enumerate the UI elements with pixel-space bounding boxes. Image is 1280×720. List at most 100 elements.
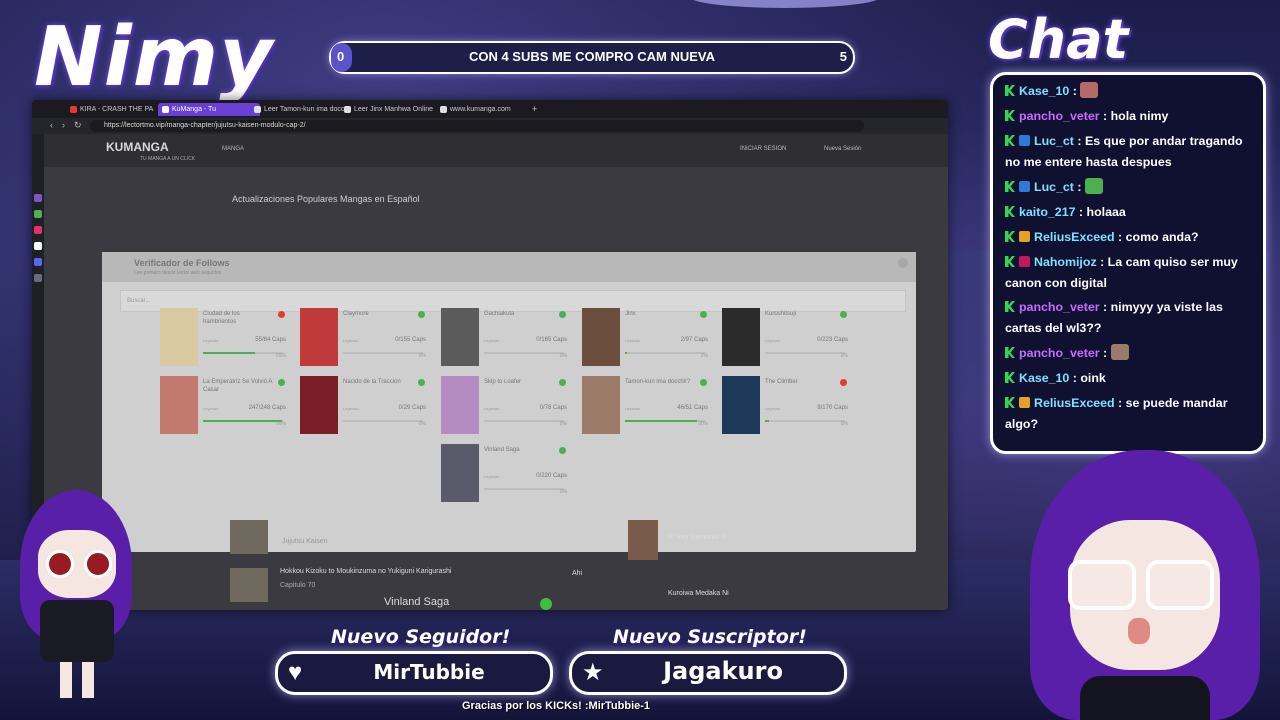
- card-percent: 2%: [700, 353, 708, 359]
- card-title: Ciudad de los hambrientos: [203, 311, 240, 325]
- manga-cover[interactable]: [582, 376, 620, 434]
- manga-thumbnail[interactable]: [628, 520, 658, 560]
- site-header: KUMANGA TU MANGA A UN CLICK MANGA INICIA…: [44, 134, 948, 167]
- chat-text: hola nimy: [1110, 109, 1169, 123]
- manga-cover[interactable]: [160, 376, 198, 434]
- sidebar-icon[interactable]: [34, 194, 42, 202]
- browser-tab-active[interactable]: KuManga - Tu: [158, 103, 260, 116]
- chat-username[interactable]: pancho_veter: [1019, 300, 1100, 314]
- manga-cover[interactable]: [441, 444, 479, 502]
- nav-manga[interactable]: MANGA: [222, 146, 244, 152]
- status-dot: [840, 379, 847, 386]
- kick-badge-icon: [1005, 110, 1015, 121]
- browser-tab[interactable]: Leer Jinx Manhwa Online: [340, 103, 446, 116]
- manga-cover[interactable]: [441, 376, 479, 434]
- back-icon[interactable]: ‹: [50, 120, 53, 130]
- sub-badge-icon: [1019, 256, 1030, 267]
- chat-message: Luc_ct : Es que por andar tragando no me…: [1005, 134, 1243, 169]
- manga-cover[interactable]: [300, 308, 338, 366]
- chat-username[interactable]: Nahomijoz: [1034, 255, 1097, 269]
- card-caps: 0/165 Caps: [536, 337, 567, 343]
- card-caps: 9/170 Caps: [817, 405, 848, 411]
- chat-text: holaaa: [1086, 205, 1126, 219]
- card-percent: 99%: [275, 421, 286, 427]
- follow-card[interactable]: Tamon-kun ima docchi!? Leyendo 46/51 Caps 9…: [582, 376, 712, 436]
- list-item-title[interactable]: Hokkou Kizoku to Moukinzuma no Yukiguni …: [280, 568, 451, 575]
- follow-card[interactable]: Ciudad de los hambrientos Leyendo 55/84 Ca…: [160, 308, 290, 368]
- card-percent: 0%: [840, 421, 848, 427]
- manga-cover[interactable]: [722, 376, 760, 434]
- instagram-icon[interactable]: [34, 226, 42, 234]
- chat-username[interactable]: Luc_ct: [1034, 180, 1074, 194]
- chat-username[interactable]: Kase_10: [1019, 84, 1069, 98]
- follow-card[interactable]: Vinland Saga Leyendo 0/220 Caps 0%: [441, 444, 571, 504]
- forward-icon[interactable]: ›: [62, 120, 65, 130]
- new-follower-label: Nuevo Seguidor!: [331, 626, 511, 648]
- whatsapp-icon[interactable]: [34, 210, 42, 218]
- browser-tab[interactable]: Leer Tamon-kun ima docc: [250, 103, 350, 116]
- status-dot: [418, 379, 425, 386]
- chat-username[interactable]: pancho_veter: [1019, 109, 1100, 123]
- modal-subtitle: Lee primero desde lector web seguidos: [134, 270, 222, 276]
- discord-icon[interactable]: [34, 258, 42, 266]
- url-input[interactable]: https://lectortmo.vip/manga-chapter/juju…: [90, 120, 864, 132]
- follow-card[interactable]: The Climber Leyendo 9/170 Caps 0%: [722, 376, 852, 436]
- follow-card[interactable]: Nacido de la Tracción Leyendo 0/29 Caps 0%: [300, 376, 430, 436]
- youtube-icon: [70, 106, 77, 113]
- follow-card[interactable]: Jinx Leyendo 2/97 Caps 2%: [582, 308, 712, 368]
- chat-username[interactable]: Luc_ct: [1034, 134, 1074, 148]
- sidebar-icon[interactable]: [34, 274, 42, 282]
- card-status-label: Leyendo: [484, 338, 500, 343]
- status-dot: [559, 311, 566, 318]
- card-title: Skip to Loafer: [484, 379, 522, 385]
- manga-cover[interactable]: [441, 308, 479, 366]
- chat-text: oink: [1080, 371, 1106, 385]
- manga-thumbnail[interactable]: [230, 568, 268, 602]
- page-icon: [440, 106, 447, 113]
- chat-username[interactable]: ReliusExceed: [1034, 230, 1115, 244]
- tiktok-icon[interactable]: [34, 242, 42, 250]
- card-progress-bar: [625, 420, 705, 422]
- follow-card[interactable]: Kuroshitsuji Leyendo 0/223 Caps 0%: [722, 308, 852, 368]
- chat-username[interactable]: kaito_217: [1019, 205, 1075, 219]
- card-caps: 0/29 Caps: [398, 405, 426, 411]
- list-item-title[interactable]: Vinland Saga: [384, 596, 449, 608]
- manga-thumbnail[interactable]: [230, 520, 268, 554]
- browser-tab[interactable]: KIRA - CRASH THE PA: [66, 103, 168, 116]
- kick-badge-icon: [1005, 256, 1015, 267]
- kick-badge-icon: [1005, 347, 1015, 358]
- chat-username[interactable]: ReliusExceed: [1034, 396, 1115, 410]
- nav-session[interactable]: Nueva Sesión: [824, 146, 861, 152]
- new-tab-button[interactable]: +: [528, 103, 552, 116]
- heart-icon: ♥: [288, 659, 303, 686]
- manga-cover[interactable]: [160, 308, 198, 366]
- chat-panel: Kase_10 : pancho_veter : hola nimy Luc_ct…: [990, 72, 1266, 454]
- follow-card[interactable]: Gachiakuta Leyendo 0/165 Caps 0%: [441, 308, 571, 368]
- card-caps: 0/223 Caps: [817, 337, 848, 343]
- chat-username[interactable]: Kase_10: [1019, 371, 1069, 385]
- kick-badge-icon: [1005, 85, 1015, 96]
- card-progress-bar: [765, 420, 845, 422]
- list-item-title[interactable]: Kuroiwa Medaka Ni: [668, 590, 729, 597]
- chat-message: pancho_veter :: [1005, 343, 1255, 364]
- manga-cover[interactable]: [300, 376, 338, 434]
- manga-cover[interactable]: [582, 308, 620, 366]
- chat-message: Kase_10 : oink: [1005, 368, 1255, 389]
- reload-icon[interactable]: ↻: [74, 120, 82, 131]
- chat-title: Chat: [988, 8, 1129, 71]
- nav-login[interactable]: INICIAR SESION: [740, 146, 786, 152]
- vtuber-avatar: [1020, 450, 1270, 720]
- follow-card[interactable]: La Emperatriz Se Volvió A Casar Leyendo 24…: [160, 376, 290, 436]
- manga-cover[interactable]: [722, 308, 760, 366]
- list-item-title[interactable]: El Rey Demonio III: [668, 534, 726, 541]
- browser-tab[interactable]: www.kumanga.com: [436, 103, 542, 116]
- list-item-title[interactable]: Jujutsu Kaisen: [282, 538, 328, 545]
- card-percent: 0%: [418, 353, 426, 359]
- close-icon[interactable]: [898, 258, 908, 268]
- chat-username[interactable]: pancho_veter: [1019, 346, 1100, 360]
- chat-message: pancho_veter : nimyyy ya viste las carta…: [1005, 300, 1223, 335]
- kick-badge-icon: [1005, 135, 1015, 146]
- follow-card[interactable]: Skip to Loafer Leyendo 0/78 Caps 0%: [441, 376, 571, 436]
- site-logo[interactable]: KUMANGA: [106, 140, 169, 154]
- follow-card[interactable]: Claymore Leyendo 0/155 Caps 0%: [300, 308, 430, 368]
